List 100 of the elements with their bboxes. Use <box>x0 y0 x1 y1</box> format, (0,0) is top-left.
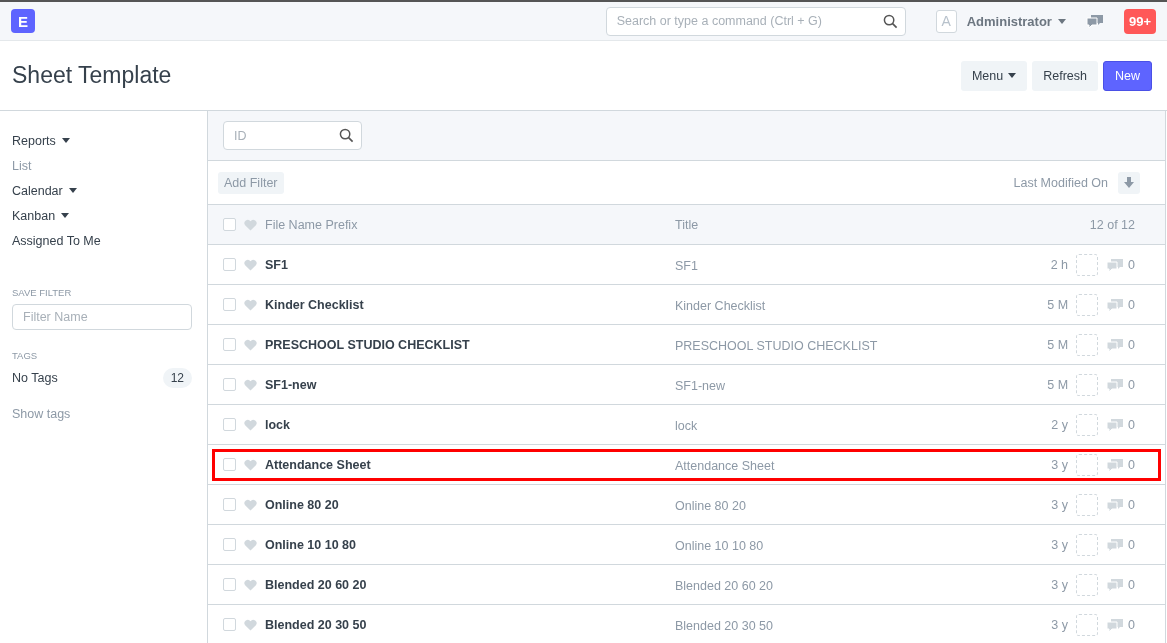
row-checkbox[interactable] <box>223 498 236 511</box>
row-checkbox[interactable] <box>223 578 236 591</box>
row-checkbox[interactable] <box>223 618 236 631</box>
assign-placeholder[interactable] <box>1076 493 1099 516</box>
file-name-prefix[interactable]: SF1-new <box>265 377 675 392</box>
row-checkbox[interactable] <box>223 418 236 431</box>
row-checkbox[interactable] <box>223 458 236 471</box>
assign-placeholder[interactable] <box>1076 573 1099 596</box>
file-name-prefix[interactable]: lock <box>265 417 675 432</box>
search-icon <box>339 128 354 143</box>
comment-icon <box>1106 257 1125 272</box>
assign-placeholder[interactable] <box>1076 613 1099 636</box>
page-title: Sheet Template <box>12 62 173 89</box>
filter-name-field[interactable]: Filter Name <box>12 304 192 330</box>
file-name-prefix[interactable]: Online 10 10 80 <box>265 537 675 552</box>
comment-count: 0 <box>1128 457 1135 472</box>
heart-icon[interactable] <box>244 618 257 631</box>
select-all-checkbox[interactable] <box>223 218 236 231</box>
comment-icon <box>1106 297 1125 312</box>
comment-icon <box>1106 417 1125 432</box>
assign-placeholder[interactable] <box>1076 253 1099 276</box>
title-cell-text: Blended 20 60 20 <box>675 577 774 593</box>
arrow-down-icon <box>1124 177 1134 188</box>
modified-time: 3 y <box>1051 617 1069 632</box>
heart-icon[interactable] <box>244 538 257 551</box>
assign-placeholder[interactable] <box>1076 453 1099 476</box>
heart-icon[interactable] <box>244 458 257 471</box>
modified-time: 5 M <box>1047 297 1069 312</box>
search-icon <box>882 13 898 29</box>
modified-time: 3 y <box>1051 497 1069 512</box>
file-name-prefix[interactable]: SF1 <box>265 257 675 272</box>
comment-count: 0 <box>1128 617 1135 632</box>
assign-placeholder[interactable] <box>1076 293 1099 316</box>
file-name-prefix[interactable]: Kinder Checklist <box>265 297 675 312</box>
title-cell-text: Blended 20 30 50 <box>675 617 774 633</box>
assign-placeholder[interactable] <box>1076 533 1099 556</box>
row-checkbox[interactable] <box>223 258 236 271</box>
chat-icon[interactable] <box>1085 14 1104 28</box>
heart-icon[interactable] <box>244 498 257 511</box>
highlighted-row[interactable]: Attendance Sheet Attendance Sheet 3 y 0 <box>208 445 1165 485</box>
list-row[interactable]: Online 80 20 Online 80 20 3 y 0 <box>208 485 1165 525</box>
tag-count: 12 <box>162 368 192 388</box>
heart-icon[interactable] <box>244 418 257 431</box>
sort-order-button[interactable] <box>1118 171 1140 194</box>
sidebar-item[interactable]: Kanban <box>12 203 70 228</box>
user-menu[interactable]: Administrator <box>966 13 1066 29</box>
row-checkbox[interactable] <box>223 538 236 551</box>
list-row[interactable]: Blended 20 30 50 Blended 20 30 50 3 y 0 <box>208 605 1165 643</box>
assign-placeholder[interactable] <box>1076 413 1099 436</box>
id-filter-field[interactable]: ID <box>223 121 362 150</box>
row-checkbox[interactable] <box>223 338 236 351</box>
heart-icon[interactable] <box>244 578 257 591</box>
heart-icon[interactable] <box>244 338 257 351</box>
comment-icon <box>1106 577 1125 592</box>
list-row[interactable]: PRESCHOOL STUDIO CHECKLIST PRESCHOOL STUDIO CHECKLIST 5 M 0 <box>208 325 1165 365</box>
comment-count: 0 <box>1128 417 1135 432</box>
row-checkbox[interactable] <box>223 378 236 391</box>
modified-time: 5 M <box>1047 377 1069 392</box>
section-heading: TAGS <box>12 350 39 361</box>
assign-placeholder[interactable] <box>1076 333 1099 356</box>
list-row[interactable]: Blended 20 60 20 Blended 20 60 20 3 y 0 <box>208 565 1165 605</box>
file-name-prefix[interactable]: Online 80 20 <box>265 497 675 512</box>
file-name-prefix[interactable]: Blended 20 60 20 <box>265 577 675 592</box>
tag-label[interactable]: No Tags <box>12 371 58 385</box>
file-name-prefix[interactable]: Attendance Sheet <box>265 457 675 472</box>
search-field[interactable]: Search or type a command (Ctrl + G) <box>605 6 906 36</box>
sidebar-item[interactable]: Reports <box>12 128 70 153</box>
modified-time: 3 y <box>1051 537 1069 552</box>
heart-icon[interactable] <box>244 378 257 391</box>
row-checkbox[interactable] <box>223 298 236 311</box>
title-cell-text: Attendance Sheet <box>675 457 776 473</box>
heart-icon[interactable] <box>244 298 257 311</box>
title-cell-text: Online 10 10 80 <box>675 537 765 553</box>
refresh-button[interactable]: Refresh <box>1032 60 1098 91</box>
list-row[interactable]: Kinder Checklist Kinder Checklist 5 M 0 <box>208 285 1165 325</box>
list-row[interactable]: SF1 SF1 2 h 0 <box>208 245 1165 285</box>
sidebar-item[interactable]: Assigned To Me <box>12 228 101 253</box>
app-logo[interactable]: E <box>11 9 35 33</box>
caret-icon <box>61 213 70 218</box>
comment-count: 0 <box>1128 577 1135 592</box>
heart-icon[interactable] <box>244 218 257 231</box>
title-cell-text: lock <box>675 417 699 433</box>
list-row[interactable]: SF1-new SF1-new 5 M 0 <box>208 365 1165 405</box>
comment-icon <box>1106 497 1125 512</box>
title-cell-text: PRESCHOOL STUDIO CHECKLIST <box>675 337 879 353</box>
section-heading: SAVE FILTER <box>12 287 73 298</box>
comment-count: 0 <box>1128 497 1135 512</box>
sidebar-item[interactable]: Calendar <box>12 178 77 203</box>
heart-icon[interactable] <box>244 258 257 271</box>
result-count: 12 of 12 <box>1089 217 1135 232</box>
new-button[interactable]: New <box>1103 60 1152 91</box>
menu-button[interactable]: Menu <box>960 60 1028 91</box>
file-name-prefix[interactable]: Blended 20 30 50 <box>265 617 675 632</box>
list-row[interactable]: Online 10 10 80 Online 10 10 80 3 y 0 <box>208 525 1165 565</box>
caret-icon <box>1057 18 1066 24</box>
modified-time: 5 M <box>1047 337 1069 352</box>
assign-placeholder[interactable] <box>1076 373 1099 396</box>
file-name-prefix[interactable]: PRESCHOOL STUDIO CHECKLIST <box>265 337 675 352</box>
list-row[interactable]: lock lock 2 y 0 <box>208 405 1165 445</box>
title-cell-text: Online 80 20 <box>675 497 747 513</box>
